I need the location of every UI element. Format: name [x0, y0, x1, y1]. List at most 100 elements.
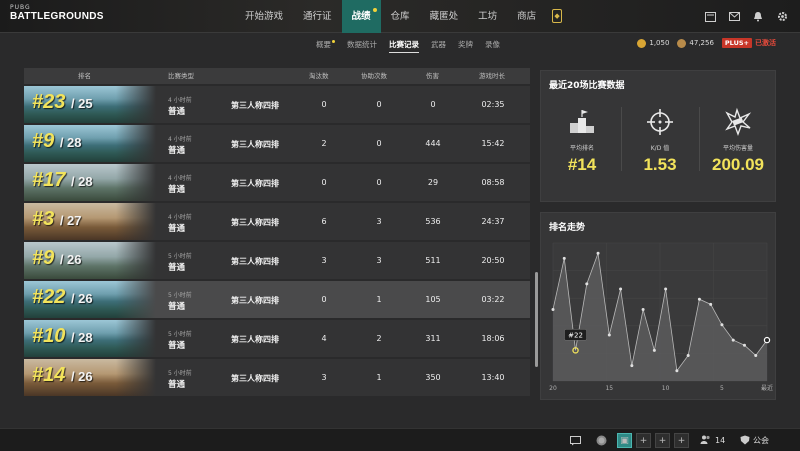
rank-total: / 27 [59, 213, 82, 228]
assists-cell: 3 [376, 256, 382, 265]
duration-cell: 13:40 [481, 373, 505, 382]
match-type: 普通 [168, 146, 186, 156]
chart-point [742, 343, 746, 347]
chat-icon[interactable] [570, 433, 581, 448]
match-mode: 第三人称四排 [231, 140, 279, 149]
clan-button[interactable]: 公会 [740, 433, 769, 448]
stat-avg-damage-label: 平均伤害量 [722, 145, 753, 152]
rank-text: #10 / 28 [32, 325, 93, 348]
pass-badge-icon[interactable]: ◆ [552, 9, 563, 23]
match-type: 普通 [168, 263, 186, 273]
table-row[interactable]: #3 / 27 4 小时前 普通 第三人称四排 6 3 536 24:37 [24, 203, 530, 240]
gcoin-amount: 1,050 [649, 39, 670, 47]
bell-icon[interactable] [746, 0, 770, 33]
mail-icon[interactable] [722, 0, 746, 33]
chart-point [664, 287, 668, 291]
map-thumbnail: #17 / 28 [24, 164, 156, 201]
subnav-tab-4[interactable]: 奖牌 [458, 36, 473, 54]
globe-icon[interactable] [596, 433, 607, 448]
rank-total: / 28 [59, 135, 82, 150]
rank-placement: #9 [32, 247, 55, 269]
rank-trend-title: 排名走势 [549, 223, 586, 233]
subnav-tab-3[interactable]: 武器 [431, 36, 446, 54]
main-nav: 开始游戏 通行证 战绩 仓库 藏匿处 工坊 商店 ◆ [235, 0, 570, 33]
podium-icon [567, 107, 597, 137]
stat-avg-rank-value: #14 [567, 155, 597, 174]
nav-item-1[interactable]: 通行证 [293, 0, 342, 33]
rank-text: #14 / 26 [32, 364, 93, 387]
table-row[interactable]: #9 / 28 4 小时前 普通 第三人称四排 2 0 444 15:42 [24, 125, 530, 162]
chart-x-tick-label: 最近 [761, 384, 773, 392]
gear-icon[interactable] [770, 0, 794, 33]
match-type: 普通 [168, 224, 186, 234]
nav-item-0[interactable]: 开始游戏 [235, 0, 293, 33]
subnav-tab-5[interactable]: 录像 [485, 36, 500, 54]
new-indicator-dot [332, 40, 335, 43]
top-icons [698, 0, 794, 33]
duration-cell: 24:37 [481, 217, 505, 226]
rank-placement: #9 [32, 130, 55, 152]
table-row[interactable]: #23 / 25 4 小时前 普通 第三人称四排 0 0 0 02:35 [24, 86, 530, 123]
chart-point [731, 338, 735, 342]
subnav-tab-label: 录像 [485, 40, 500, 49]
logo-line-1: PUBG [10, 4, 31, 11]
rank-placement: #3 [32, 208, 55, 230]
kills-cell: 2 [321, 139, 327, 148]
bottom-bar: ▣ + + + 14 公会 [0, 428, 800, 451]
chart-point [630, 364, 634, 368]
match-mode: 第三人称四排 [231, 296, 279, 305]
stat-avg-rank-label: 平均排名 [569, 145, 594, 152]
stat-kd-value: 1.53 [643, 155, 677, 174]
rank-text: #17 / 28 [32, 169, 93, 192]
friends-button[interactable]: 14 [700, 433, 725, 448]
match-time: 4 小时前 [168, 136, 192, 143]
subnav-tab-1[interactable]: 数据统计 [347, 36, 377, 54]
chart-x-tick-label: 10 [662, 385, 670, 392]
chart-point [619, 287, 623, 291]
plus-badge[interactable]: PLUS+ [721, 38, 752, 48]
subnav-tab-2[interactable]: 比赛记录 [389, 36, 419, 54]
kills-cell: 4 [321, 334, 327, 343]
invite-slot-button[interactable]: + [636, 433, 651, 448]
chart-point [562, 256, 566, 260]
table-row[interactable]: #22 / 26 5 小时前 普通 第三人称四排 0 1 105 03:22 [24, 281, 530, 318]
rank-placement: #22 [32, 286, 66, 308]
rank-text: #9 / 28 [32, 130, 82, 153]
subnav-tab-0[interactable]: 概要 [316, 36, 335, 54]
damage-cell: 311 [425, 334, 441, 343]
window-icon[interactable] [698, 0, 722, 33]
map-thumbnail: #23 / 25 [24, 86, 156, 123]
bp-amount: 47,256 [689, 39, 714, 47]
table-scrollbar[interactable] [535, 272, 538, 367]
match-time: 4 小时前 [168, 175, 192, 182]
match-type: 普通 [168, 341, 186, 351]
stat-avg-damage: 平均伤害量 200.09 [699, 99, 777, 179]
nav-item-2[interactable]: 战绩 [341, 0, 381, 33]
pubg-logo[interactable]: PUBG BATTLEGROUNDS [10, 4, 104, 22]
match-time: 5 小时前 [168, 292, 192, 299]
table-row[interactable]: #9 / 26 5 小时前 普通 第三人称四排 3 3 511 20:50 [24, 242, 530, 279]
table-row[interactable]: #10 / 28 5 小时前 普通 第三人称四排 4 2 311 18:06 [24, 320, 530, 357]
nav-item-5[interactable]: 工坊 [468, 0, 507, 33]
stat-kd: K/D 值 1.53 [621, 99, 699, 179]
stat-kd-label: K/D 值 [650, 145, 670, 152]
header-duration: 游戏时长 [479, 72, 505, 80]
table-row[interactable]: #17 / 28 4 小时前 普通 第三人称四排 0 0 29 08:58 [24, 164, 530, 201]
assists-cell: 2 [376, 334, 382, 343]
nav-item-4[interactable]: 藏匿处 [420, 0, 469, 33]
rank-text: #3 / 27 [32, 208, 82, 231]
squad-member-avatar[interactable]: ▣ [617, 433, 632, 448]
duration-cell: 08:58 [481, 178, 505, 187]
invite-slot-button[interactable]: + [655, 433, 670, 448]
damage-cell: 536 [425, 217, 441, 226]
damage-cell: 29 [427, 178, 439, 187]
subnav-tab-label: 概要 [316, 40, 331, 49]
nav-item-6[interactable]: 商店 [507, 0, 546, 33]
duration-cell: 03:22 [481, 295, 505, 304]
kills-cell: 0 [321, 178, 327, 187]
kills-cell: 3 [321, 256, 327, 265]
table-row[interactable]: #14 / 26 5 小时前 普通 第三人称四排 3 1 350 13:40 [24, 359, 530, 396]
nav-item-3[interactable]: 仓库 [381, 0, 420, 33]
invite-slot-button[interactable]: + [674, 433, 689, 448]
match-time: 4 小时前 [168, 97, 192, 104]
